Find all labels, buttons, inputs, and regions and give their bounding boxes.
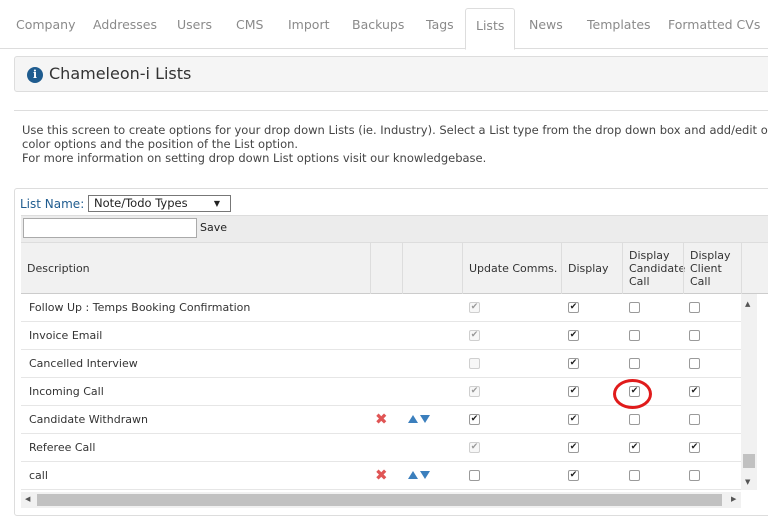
page-header: i Chameleon-i Lists [14, 56, 768, 92]
display-client-call-checkbox[interactable] [689, 414, 700, 425]
display-candidate-call-checkbox[interactable] [629, 470, 640, 481]
description-text: Use this screen to create options for yo… [22, 123, 768, 165]
row-description[interactable]: Invoice Email [29, 329, 102, 342]
description-line-3: For more information on setting drop dow… [22, 151, 487, 165]
column-delete [370, 242, 402, 294]
table-row: Candidate Withdrawn ✖ ✔ ✔ [21, 406, 741, 434]
move-up-icon[interactable] [408, 471, 418, 479]
column-display-client-call: Display Client Call [683, 242, 741, 294]
display-client-call-checkbox[interactable] [689, 470, 700, 481]
display-client-call-checkbox[interactable] [689, 330, 700, 341]
page-title: Chameleon-i Lists [49, 64, 192, 83]
row-description[interactable]: Incoming Call [29, 385, 104, 398]
description-line-1: Use this screen to create options for yo… [22, 123, 768, 137]
tab-templates[interactable]: Templates [587, 10, 651, 49]
tab-news[interactable]: News [529, 10, 563, 49]
list-name-label: List Name: [20, 197, 85, 211]
row-description[interactable]: Referee Call [29, 441, 95, 454]
tab-backups[interactable]: Backups [352, 10, 404, 49]
column-display: Display [561, 242, 622, 294]
update-comms-checkbox: ✔ [469, 302, 480, 313]
display-client-call-checkbox[interactable] [689, 358, 700, 369]
column-update-comms: Update Comms. [462, 242, 561, 294]
display-client-call-checkbox[interactable]: ✔ [689, 386, 700, 397]
tab-company[interactable]: Company [16, 10, 75, 49]
display-checkbox[interactable]: ✔ [568, 414, 579, 425]
display-checkbox[interactable]: ✔ [568, 470, 579, 481]
column-spacer [741, 242, 768, 294]
row-description[interactable]: call [29, 469, 48, 482]
delete-icon[interactable]: ✖ [375, 411, 388, 427]
move-up-icon[interactable] [408, 415, 418, 423]
description-line-2: color options and the position of the Li… [22, 137, 299, 151]
update-comms-checkbox: ✔ [469, 442, 480, 453]
display-candidate-call-checkbox[interactable] [629, 414, 640, 425]
delete-icon[interactable]: ✖ [375, 467, 388, 483]
display-candidate-call-checkbox[interactable] [629, 358, 640, 369]
column-display-candidate-call: Display Candidate Call [622, 242, 685, 294]
row-description[interactable]: Follow Up : Temps Booking Confirmation [29, 301, 250, 314]
tab-tags[interactable]: Tags [426, 10, 454, 49]
horizontal-scrollbar[interactable]: ◀ ▶ [21, 492, 741, 508]
tab-users[interactable]: Users [177, 10, 212, 49]
horizontal-scroll-thumb[interactable] [37, 494, 722, 506]
scroll-down-icon[interactable]: ▼ [745, 478, 750, 486]
info-icon: i [27, 67, 43, 83]
update-comms-checkbox: ✔ [469, 386, 480, 397]
column-description: Description [27, 261, 90, 275]
display-candidate-call-checkbox[interactable]: ✔ [629, 442, 640, 453]
scroll-left-icon[interactable]: ◀ [25, 495, 30, 503]
display-checkbox[interactable]: ✔ [568, 330, 579, 341]
list-name-select[interactable]: Note/Todo Types ▼ [88, 195, 231, 212]
tab-import[interactable]: Import [288, 10, 330, 49]
tab-lists[interactable]: Lists [465, 8, 516, 50]
scroll-right-icon[interactable]: ▶ [731, 495, 736, 503]
row-description[interactable]: Cancelled Interview [29, 357, 138, 370]
vertical-scrollbar[interactable]: ▲ ▼ [741, 294, 757, 490]
display-checkbox[interactable]: ✔ [568, 358, 579, 369]
highlight-circle-annotation [613, 379, 652, 409]
table-row: call ✖ ✔ [21, 462, 741, 490]
tab-formatted-cvs[interactable]: Formatted CVs [668, 10, 760, 49]
scroll-up-icon[interactable]: ▲ [745, 300, 750, 308]
column-order [402, 242, 462, 294]
update-comms-checkbox: ✔ [469, 330, 480, 341]
update-comms-checkbox [469, 358, 480, 369]
table-row: Referee Call ✔ ✔ ✔ ✔ [21, 434, 741, 462]
display-candidate-call-checkbox[interactable] [629, 302, 640, 313]
table-row: Invoice Email ✔ ✔ [21, 322, 741, 350]
table-row: Cancelled Interview ✔ [21, 350, 741, 378]
display-client-call-checkbox[interactable] [689, 302, 700, 313]
new-item-input[interactable] [23, 218, 197, 238]
save-button[interactable]: Save [200, 221, 227, 234]
table-row: Follow Up : Temps Booking Confirmation ✔ ✔ [21, 294, 741, 322]
list-name-selected-value: Note/Todo Types [94, 196, 188, 210]
display-client-call-checkbox[interactable]: ✔ [689, 442, 700, 453]
move-down-icon[interactable] [420, 415, 430, 423]
tab-addresses[interactable]: Addresses [93, 10, 157, 49]
tab-bar: Company Addresses Users CMS Import Backu… [0, 0, 768, 50]
display-checkbox[interactable]: ✔ [568, 386, 579, 397]
move-down-icon[interactable] [420, 471, 430, 479]
update-comms-checkbox[interactable]: ✔ [469, 414, 480, 425]
display-checkbox[interactable]: ✔ [568, 442, 579, 453]
display-candidate-call-checkbox[interactable] [629, 330, 640, 341]
tab-cms[interactable]: CMS [236, 10, 263, 49]
chevron-down-icon: ▼ [213, 199, 220, 208]
scroll-thumb[interactable] [743, 454, 755, 468]
update-comms-checkbox[interactable] [469, 470, 480, 481]
row-description[interactable]: Candidate Withdrawn [29, 413, 148, 426]
display-checkbox[interactable]: ✔ [568, 302, 579, 313]
